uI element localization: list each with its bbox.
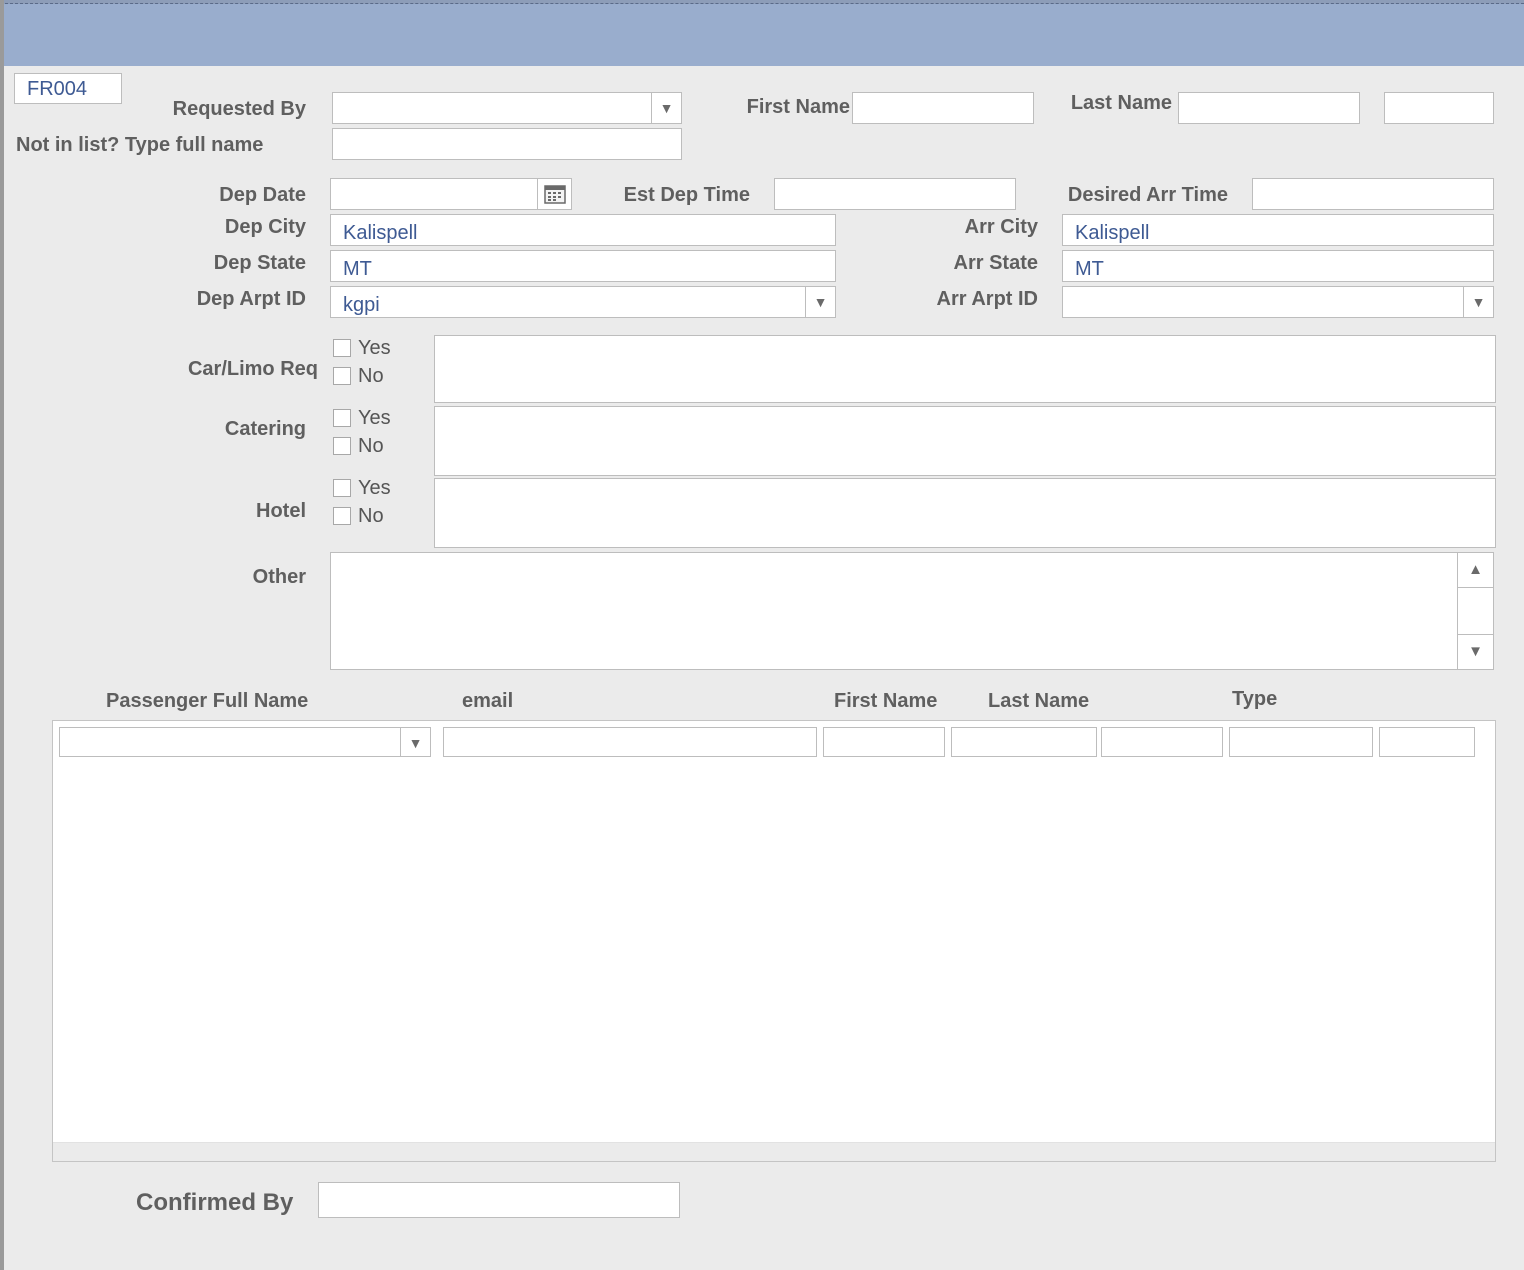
hotel-yes-label: Yes: [358, 477, 391, 499]
dep-date-label: Dep Date: [219, 184, 306, 206]
passenger-last-name-field[interactable]: [951, 727, 1097, 757]
passenger-full-name-header: Passenger Full Name: [106, 690, 309, 712]
car-limo-label: Car/Limo Req: [187, 358, 318, 380]
other-label: Other: [252, 566, 306, 588]
extra-field[interactable]: [1384, 92, 1494, 124]
type-header: Type: [1232, 688, 1278, 710]
car-limo-yes-checkbox[interactable]: [333, 339, 351, 357]
hotel-notes[interactable]: [434, 478, 1496, 548]
calendar-icon[interactable]: [537, 179, 571, 209]
dep-date-field[interactable]: [330, 178, 572, 210]
first-name-label: First Name: [746, 96, 850, 118]
catering-no-checkbox[interactable]: [333, 437, 351, 455]
hotel-label: Hotel: [256, 500, 306, 522]
requested-by-select[interactable]: ▼: [332, 92, 682, 124]
dep-arpt-id-label: Dep Arpt ID: [196, 288, 306, 310]
passenger-portal: ▼: [52, 720, 1496, 1162]
passenger-email-field[interactable]: [443, 727, 817, 757]
hotel-no-label: No: [358, 505, 384, 527]
arr-state-field[interactable]: MT: [1062, 250, 1494, 282]
catering-no-label: No: [358, 435, 384, 457]
arr-arpt-id-select[interactable]: ▼: [1062, 286, 1494, 318]
first-name-field[interactable]: [852, 92, 1034, 124]
catering-notes[interactable]: [434, 406, 1496, 476]
passenger-first-name-field[interactable]: [823, 727, 945, 757]
chevron-down-icon[interactable]: ▼: [651, 93, 681, 123]
est-dep-time-label: Est Dep Time: [623, 184, 750, 206]
hotel-no-checkbox[interactable]: [333, 507, 351, 525]
table-row: ▼: [53, 721, 1495, 765]
chevron-down-icon[interactable]: ▼: [805, 287, 835, 317]
arr-state-label: Arr State: [953, 252, 1038, 274]
first-name-header: First Name: [834, 690, 938, 712]
last-name-field[interactable]: [1178, 92, 1360, 124]
desired-arr-time-label: Desired Arr Time: [1067, 184, 1228, 206]
window-left-border: [0, 0, 4, 1270]
chevron-down-icon[interactable]: ▼: [400, 728, 430, 756]
scroll-up-icon[interactable]: ▲: [1458, 553, 1493, 588]
car-limo-yes-label: Yes: [358, 337, 391, 359]
passenger-full-name-select[interactable]: ▼: [59, 727, 431, 757]
dep-state-field[interactable]: MT: [330, 250, 836, 282]
chevron-down-icon[interactable]: ▼: [1463, 287, 1493, 317]
confirmed-by-label: Confirmed By: [136, 1189, 294, 1216]
passenger-col5-field[interactable]: [1101, 727, 1223, 757]
car-limo-no-label: No: [358, 365, 384, 387]
catering-label: Catering: [224, 418, 306, 440]
dep-city-field[interactable]: Kalispell: [330, 214, 836, 246]
other-textarea[interactable]: ▲ ▼: [330, 552, 1494, 670]
dep-city-label: Dep City: [224, 216, 306, 238]
catering-yes-checkbox[interactable]: [333, 409, 351, 427]
record-id-field[interactable]: FR004: [14, 73, 122, 104]
scroll-down-icon[interactable]: ▼: [1458, 634, 1493, 669]
dep-arpt-id-select[interactable]: kgpi ▼: [330, 286, 836, 318]
car-limo-notes[interactable]: [434, 335, 1496, 403]
last-name-label: Last Name: [1070, 92, 1172, 114]
form-header-bar: [4, 4, 1524, 66]
not-in-list-label: Not in list? Type full name: [16, 134, 264, 156]
other-scrollbar[interactable]: ▲ ▼: [1457, 553, 1493, 669]
car-limo-no-checkbox[interactable]: [333, 367, 351, 385]
passenger-col7-field[interactable]: [1379, 727, 1475, 757]
arr-city-field[interactable]: Kalispell: [1062, 214, 1494, 246]
confirmed-by-field[interactable]: [318, 1182, 680, 1218]
arr-city-label: Arr City: [964, 216, 1038, 238]
catering-yes-label: Yes: [358, 407, 391, 429]
passenger-type-field[interactable]: [1229, 727, 1373, 757]
dep-arpt-id-value: kgpi: [343, 294, 380, 316]
full-name-field[interactable]: [332, 128, 682, 160]
portal-horizontal-scrollbar[interactable]: [53, 1142, 1495, 1161]
est-dep-time-field[interactable]: [774, 178, 1016, 210]
email-header: email: [462, 690, 514, 712]
desired-arr-time-field[interactable]: [1252, 178, 1494, 210]
arr-arpt-id-label: Arr Arpt ID: [936, 288, 1038, 310]
hotel-yes-checkbox[interactable]: [333, 479, 351, 497]
last-name-header: Last Name: [988, 690, 1090, 712]
dep-state-label: Dep State: [213, 252, 306, 274]
requested-by-label: Requested By: [172, 98, 306, 120]
